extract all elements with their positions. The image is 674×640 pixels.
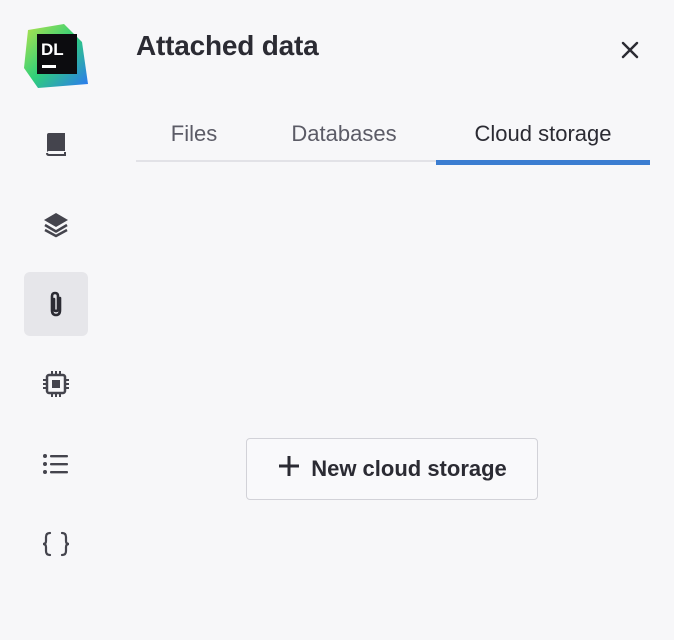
sidebar-item-notebook[interactable] bbox=[24, 112, 88, 176]
logo-text: DL bbox=[41, 40, 64, 59]
tab-databases[interactable]: Databases bbox=[270, 106, 418, 162]
active-tab-indicator bbox=[436, 160, 650, 165]
tab-cloud-storage[interactable]: Cloud storage bbox=[436, 106, 650, 162]
layers-icon bbox=[42, 210, 70, 238]
new-cloud-storage-label: New cloud storage bbox=[311, 456, 507, 481]
new-cloud-storage-button[interactable]: New cloud storage bbox=[246, 438, 538, 500]
chip-icon bbox=[42, 370, 70, 398]
plus-icon bbox=[277, 454, 301, 484]
braces-icon bbox=[41, 530, 71, 558]
close-button[interactable] bbox=[612, 34, 648, 70]
sidebar: DL bbox=[0, 0, 112, 640]
app-logo[interactable]: DL bbox=[24, 24, 88, 88]
tab-bar: Files Databases Cloud storage bbox=[136, 106, 650, 166]
sidebar-item-attached-data[interactable] bbox=[24, 272, 88, 336]
paperclip-icon bbox=[43, 290, 69, 318]
tab-files[interactable]: Files bbox=[136, 106, 252, 162]
sidebar-item-compute[interactable] bbox=[24, 352, 88, 416]
sidebar-item-variables[interactable] bbox=[24, 512, 88, 576]
notebook-icon bbox=[43, 131, 69, 157]
list-icon bbox=[42, 452, 70, 476]
panel-title: Attached data bbox=[136, 30, 319, 61]
close-icon bbox=[621, 41, 639, 64]
sidebar-item-outline[interactable] bbox=[24, 432, 88, 496]
sidebar-item-layers[interactable] bbox=[24, 192, 88, 256]
